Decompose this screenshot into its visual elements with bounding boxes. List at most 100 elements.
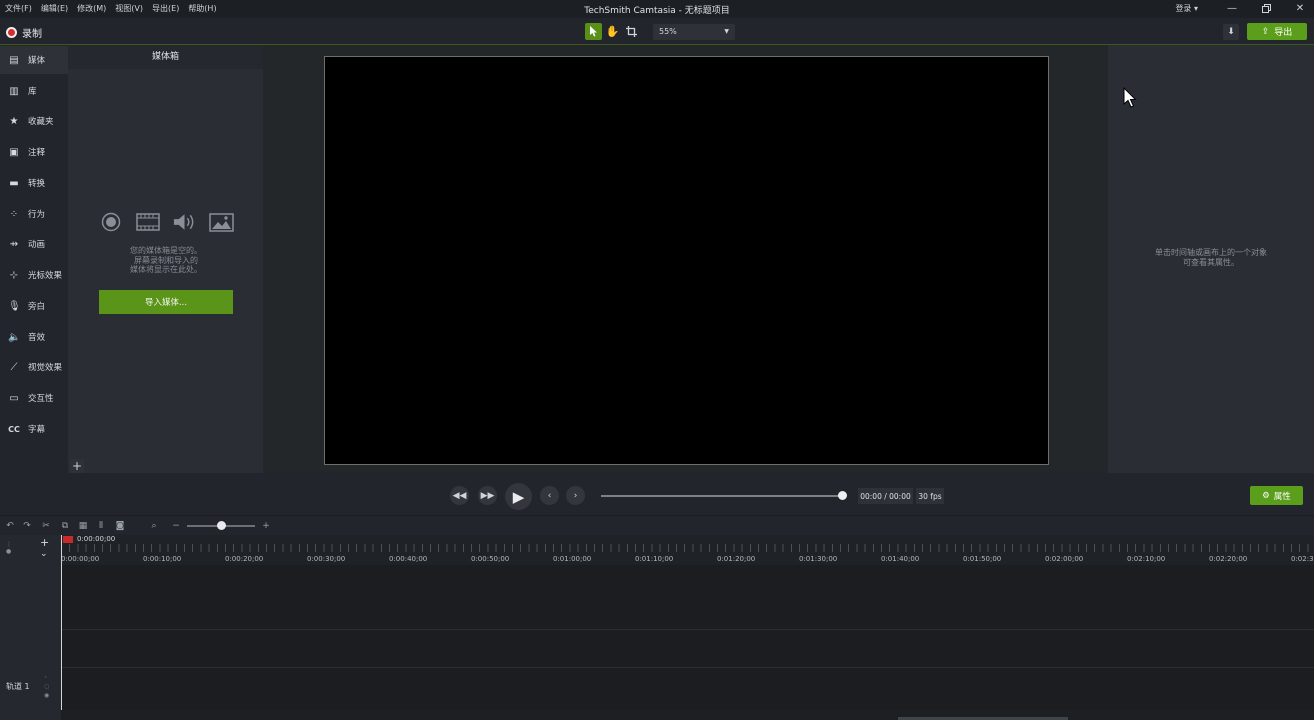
snapshot-icon[interactable]: ◙ — [114, 520, 126, 532]
window-controls: 登录 ▾ — ✕ — [1175, 2, 1306, 14]
paste-icon[interactable]: ▦ — [77, 520, 89, 532]
tools-sidebar: ▤ 媒体 ▥ 库 ★ 收藏夹 ▣ 注释 ▬ 转换 ⁘ 行为 ⇸ 动画 ⊹ 光标效 — [0, 45, 68, 475]
annotation-icon: ▣ — [9, 146, 19, 158]
mouse-cursor-icon — [1123, 86, 1137, 113]
empty-message-line: 您的媒体箱是空的。 — [130, 246, 202, 255]
timeline-scrollbar[interactable] — [61, 710, 1314, 720]
select-tool-icon[interactable] — [585, 23, 602, 40]
sidebar-item-label: 动画 — [28, 240, 46, 250]
sidebar-item-cursor-effects[interactable]: ⊹ 光标效果 — [0, 261, 68, 289]
sidebar-item-label: 注释 — [28, 148, 46, 158]
sidebar-item-annotations[interactable]: ▣ 注释 — [0, 138, 68, 166]
sidebar-item-visual-effects[interactable]: ⟋ 视觉效果 — [0, 353, 68, 381]
split-icon[interactable]: ⫴ — [95, 520, 107, 532]
sidebar-item-label: 音效 — [28, 333, 46, 343]
zoom-dropdown[interactable]: 55% ▼ — [653, 23, 735, 40]
sidebar-item-library[interactable]: ▥ 库 — [0, 77, 68, 105]
track-lock-icon[interactable]: ◦ ◌ ◉ — [44, 673, 49, 700]
speaker-icon: 🔈 — [8, 331, 21, 343]
zoom-search-icon[interactable]: ⌕ — [148, 520, 160, 532]
record-icon — [6, 27, 17, 38]
previous-marker-icon[interactable]: ‹ — [540, 486, 559, 505]
download-icon: ⬇ — [1227, 27, 1235, 37]
animation-icon: ⇸ — [9, 238, 19, 250]
step-forward-icon[interactable]: ▶▶ — [478, 486, 497, 505]
image-icon — [209, 212, 234, 232]
sidebar-item-interactivity[interactable]: ▭ 交互性 — [0, 384, 68, 412]
add-track-icon[interactable]: + — [40, 536, 49, 549]
import-media-button[interactable]: 导入媒体... — [99, 290, 233, 314]
zoom-out-icon[interactable]: − — [170, 520, 182, 532]
empty-bin-message: 您的媒体箱是空的。 屏幕录制和导入的 媒体将显示在此处。 — [96, 246, 236, 275]
ruler-label: 0:01:10;00 — [635, 555, 674, 563]
ruler-label: 0:01:20;00 — [717, 555, 756, 563]
main-toolbar: 录制 ✋ 55% ▼ ⬇ ⇪ 导出 — [0, 18, 1314, 45]
scrub-bar[interactable] — [601, 495, 842, 497]
export-button[interactable]: ⇪ 导出 — [1247, 23, 1307, 40]
sidebar-item-media[interactable]: ▤ 媒体 — [0, 46, 68, 74]
chevron-down-icon: ▼ — [724, 28, 729, 35]
ruler-label: 0:01:30;00 — [799, 555, 838, 563]
restore-icon[interactable] — [1260, 2, 1272, 14]
sidebar-item-animations[interactable]: ⇸ 动画 — [0, 230, 68, 258]
sidebar-item-audio-effects[interactable]: 🔈 音效 — [0, 323, 68, 351]
next-marker-icon[interactable]: › — [566, 486, 585, 505]
copy-icon[interactable]: ⧉ — [59, 520, 71, 532]
media-bin-panel: 媒体箱 您的媒体箱是空的。 屏幕录制和导入的 媒体将显示在此处。 导入媒体... — [68, 45, 263, 473]
chevron-down-icon[interactable]: ⌄ — [40, 549, 48, 559]
cut-icon[interactable]: ✂ — [40, 520, 52, 532]
playhead-handle[interactable] — [63, 536, 73, 543]
download-button[interactable]: ⬇ — [1223, 24, 1239, 40]
ruler-label: 0:01:00;00 — [553, 555, 592, 563]
timeline-tracks[interactable] — [61, 565, 1314, 710]
add-icon[interactable]: + — [70, 459, 84, 473]
playhead-line[interactable] — [61, 535, 62, 715]
ruler-label: 0:02:20;00 — [1209, 555, 1248, 563]
sidebar-item-label: 收藏夹 — [28, 117, 54, 127]
record-button[interactable]: 录制 — [6, 25, 42, 40]
ruler-label: 0:00:10;00 — [143, 555, 182, 563]
timeline-ruler[interactable]: 0:00:00;00 0:00:00;00 0:00:10;00 0:00:20… — [61, 535, 1314, 565]
share-icon: ⇪ — [1261, 26, 1270, 37]
timeline-toolbar: ↶ ↷ ✂ ⧉ ▦ ⫴ ◙ ⌕ − + — [0, 515, 1314, 535]
title-bar: 文件(F) 编辑(E) 修改(M) 视图(V) 导出(E) 帮助(H) Tech… — [0, 0, 1314, 18]
properties-hint: 单击时间轴或画布上的一个对象 可查看其属性。 — [1136, 248, 1286, 268]
scrub-handle[interactable] — [838, 491, 847, 500]
sidebar-item-label: 光标效果 — [28, 271, 63, 281]
redo-icon[interactable]: ↷ — [21, 520, 33, 532]
ruler-label: 0:00:40;00 — [389, 555, 428, 563]
playhead-time: 0:00:00;00 — [77, 535, 116, 543]
crop-tool-icon[interactable] — [623, 23, 640, 40]
timeline-zoom-handle[interactable] — [217, 521, 226, 530]
play-icon[interactable]: ▶ — [505, 483, 532, 510]
sidebar-item-label: 交互性 — [28, 394, 54, 404]
zoom-in-icon[interactable]: + — [260, 520, 272, 532]
sidebar-item-narration[interactable]: 🎙 旁白 — [0, 292, 68, 320]
media-bin-title: 媒体箱 — [68, 45, 263, 69]
canvas-area — [263, 45, 1108, 473]
fps-display: 30 fps — [916, 488, 944, 504]
preview-canvas[interactable] — [324, 56, 1049, 465]
step-back-icon[interactable]: ◀◀ — [450, 486, 469, 505]
canvas-tools: ✋ 55% ▼ — [585, 23, 735, 40]
properties-button[interactable]: ⚙ 属性 — [1250, 486, 1303, 505]
sidebar-item-transitions[interactable]: ▬ 转换 — [0, 169, 68, 197]
track-label[interactable]: 轨道 1 — [6, 681, 30, 692]
hand-tool-icon[interactable]: ✋ — [604, 23, 621, 40]
sidebar-item-captions[interactable]: CC 字幕 — [0, 415, 68, 443]
sidebar-item-label: 转换 — [28, 179, 46, 189]
properties-label: 属性 — [1273, 491, 1291, 502]
ruler-ticks — [61, 544, 1314, 552]
sidebar-item-behaviors[interactable]: ⁘ 行为 — [0, 200, 68, 228]
star-icon: ★ — [9, 115, 19, 127]
sidebar-item-favorites[interactable]: ★ 收藏夹 — [0, 107, 68, 135]
cursor-effect-icon: ⊹ — [9, 269, 19, 281]
behavior-icon: ⁘ — [9, 208, 19, 220]
close-icon[interactable]: ✕ — [1294, 2, 1306, 14]
login-dropdown[interactable]: 登录 ▾ — [1175, 3, 1198, 14]
ruler-label: 0:02:00;00 — [1045, 555, 1084, 563]
export-label: 导出 — [1274, 28, 1293, 38]
sidebar-item-label: 旁白 — [28, 302, 46, 312]
undo-icon[interactable]: ↶ — [4, 520, 16, 532]
minimize-icon[interactable]: — — [1226, 2, 1238, 14]
